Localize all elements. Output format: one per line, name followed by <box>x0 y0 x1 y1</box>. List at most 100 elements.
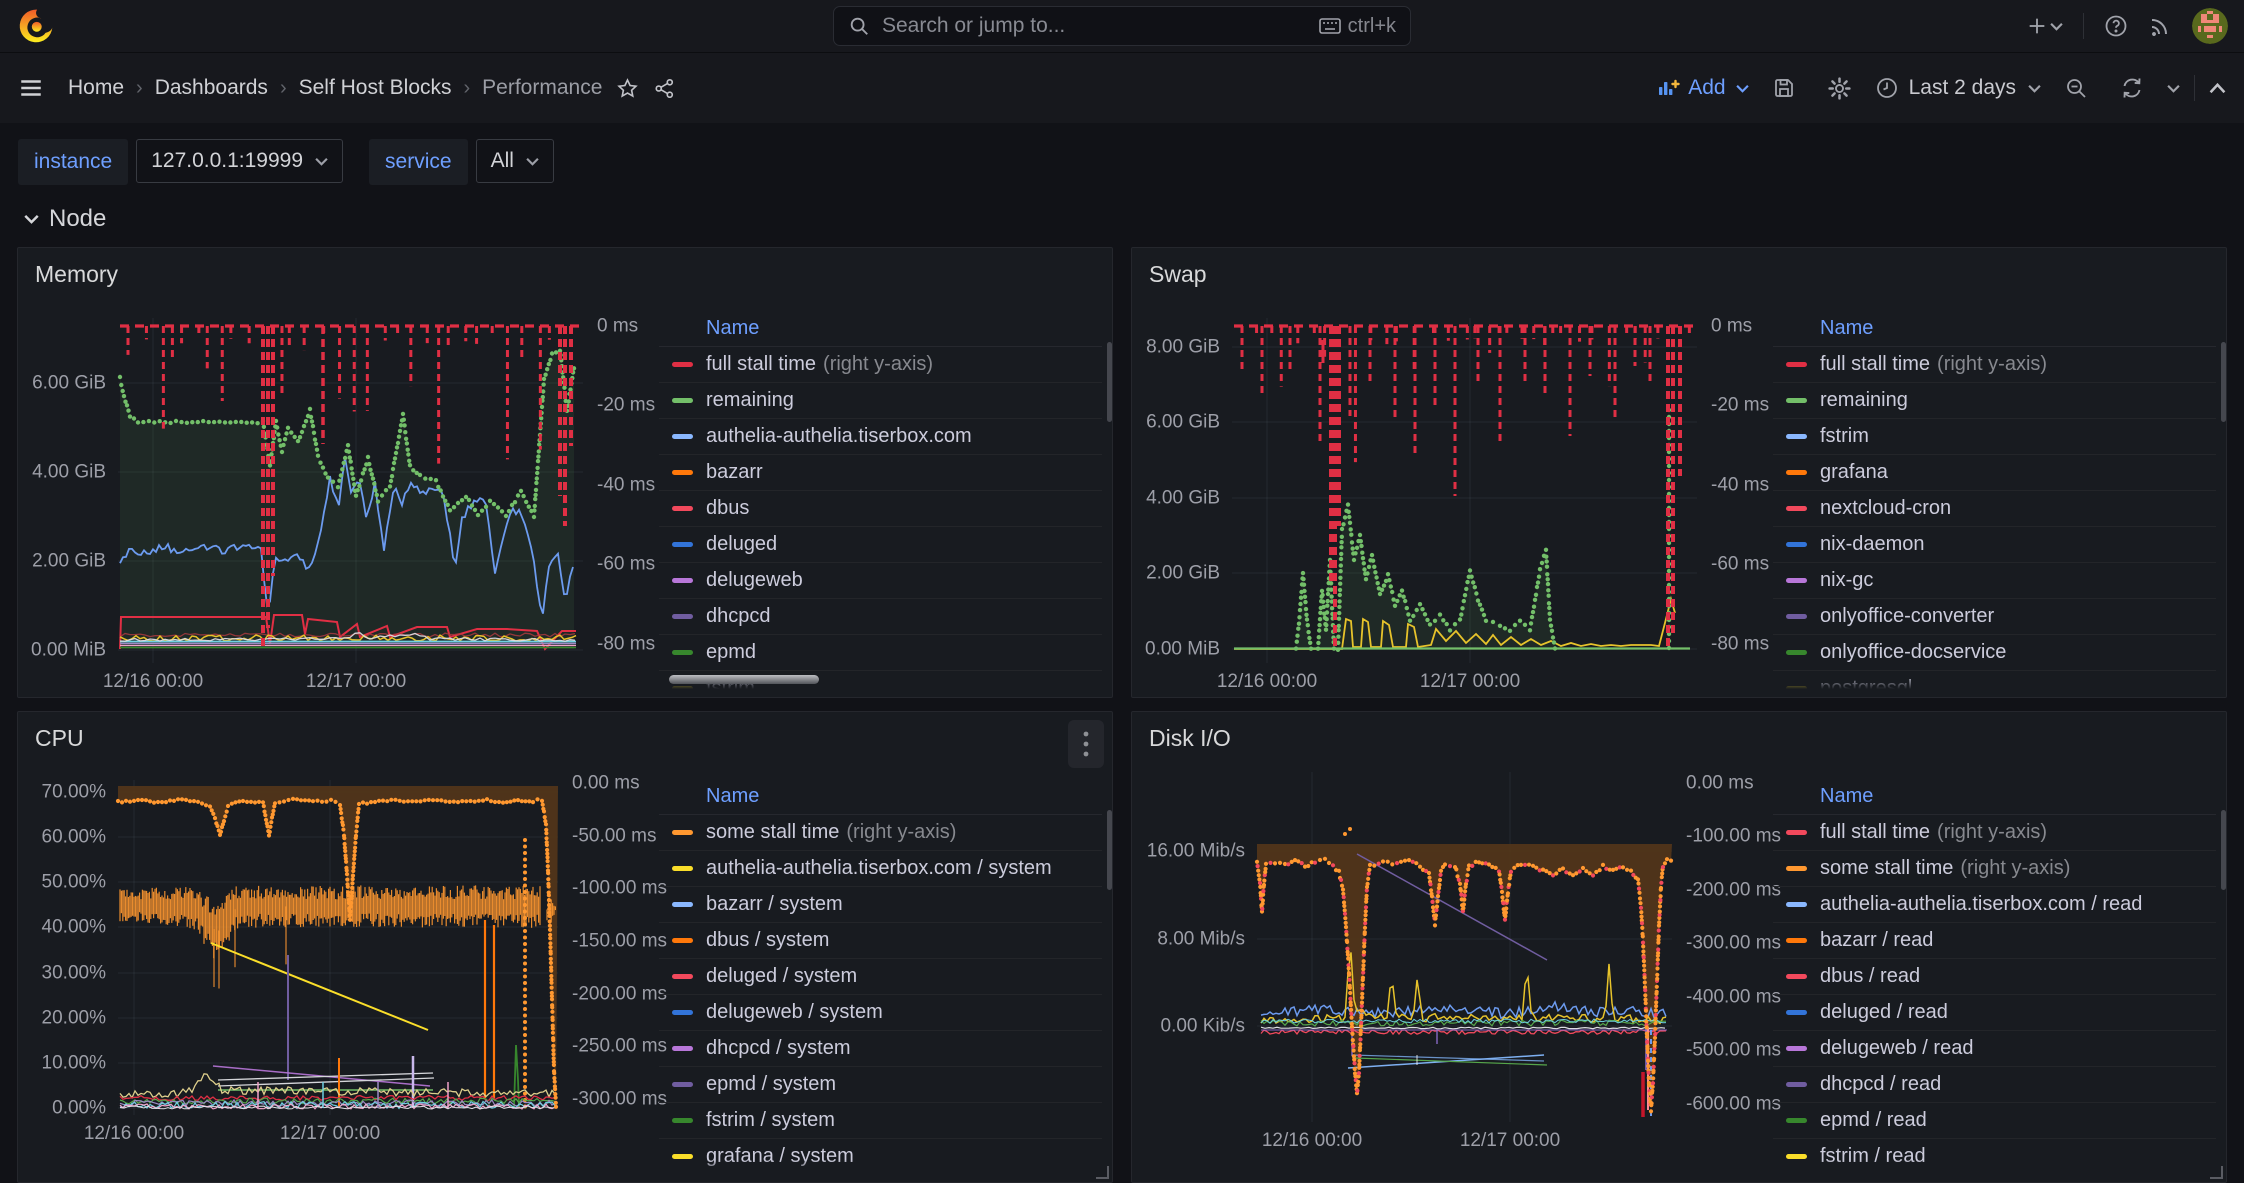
legend-row[interactable]: epmd / read <box>1773 1103 2216 1139</box>
legend-header-name[interactable]: Name <box>1773 774 2216 815</box>
legend-vertical-scrollbar[interactable] <box>2221 342 2226 422</box>
x-axis-tick: 12/16 00:00 <box>73 671 233 693</box>
series-color-swatch <box>672 938 693 943</box>
gear-icon <box>1827 76 1852 101</box>
legend-header-name[interactable]: Name <box>659 306 1102 347</box>
refresh-interval-button[interactable] <box>2167 84 2180 93</box>
help-button[interactable] <box>2104 14 2128 38</box>
dashboard-settings-button[interactable] <box>1819 67 1861 109</box>
series-color-swatch <box>1786 470 1807 475</box>
collapse-toolbar-button[interactable] <box>2209 83 2226 94</box>
legend-row[interactable]: deluged / system <box>659 959 1102 995</box>
series-color-swatch <box>1786 398 1807 403</box>
legend-row[interactable]: full stall time (right y-axis) <box>1773 815 2216 851</box>
legend-row[interactable]: some stall time(right y-axis) <box>659 815 1102 851</box>
legend-row[interactable]: dbus <box>659 491 1102 527</box>
save-dashboard-button[interactable] <box>1763 67 1805 109</box>
add-button[interactable]: Add <box>1656 76 1748 100</box>
legend-series-label: full stall time <box>1820 821 1930 844</box>
legend-header-name[interactable]: Name <box>1773 306 2216 347</box>
legend-row[interactable]: onlyoffice-converter <box>1773 599 2216 635</box>
legend-series-note: (right y-axis) <box>1937 353 2047 376</box>
legend-row[interactable]: bazarr / read <box>1773 923 2216 959</box>
breadcrumb-home[interactable]: Home <box>68 76 124 100</box>
legend-series-note: (right y-axis) <box>1960 857 2070 880</box>
x-axis-tick: 12/16 00:00 <box>1187 671 1347 693</box>
share-button[interactable] <box>653 77 676 100</box>
legend-row[interactable]: epmd / system <box>659 1067 1102 1103</box>
search-input[interactable] <box>880 13 1309 39</box>
legend-series-label: nix-gc <box>1820 569 1873 592</box>
y-axis-tick-right: -400.00 ms <box>1686 988 1781 1007</box>
legend-series-label: fstrim / system <box>706 1109 835 1132</box>
legend-row[interactable]: dhcpcd / read <box>1773 1067 2216 1103</box>
legend-row[interactable]: fstrim / system <box>659 1103 1102 1139</box>
legend-row[interactable]: bazarr <box>659 455 1102 491</box>
legend-series-note: (right y-axis) <box>1937 821 2047 844</box>
section-node[interactable]: Node <box>0 185 106 233</box>
legend-row[interactable]: remaining <box>1773 383 2216 419</box>
legend-fade <box>659 675 1102 689</box>
legend-row[interactable]: fstrim <box>1773 419 2216 455</box>
breadcrumb-separator: › <box>464 77 471 100</box>
legend-row[interactable]: full stall time(right y-axis) <box>659 347 1102 383</box>
legend-series-label: epmd / system <box>706 1073 836 1096</box>
zoom-out-button[interactable] <box>2055 67 2097 109</box>
divider <box>2194 75 2195 101</box>
y-axis-tick-left: 6.00 GiB <box>1132 413 1220 432</box>
legend-vertical-scrollbar[interactable] <box>2221 810 2226 890</box>
legend-row[interactable]: dbus / system <box>659 923 1102 959</box>
user-avatar[interactable] <box>2192 8 2228 44</box>
y-axis-tick-right: -500.00 ms <box>1686 1041 1781 1060</box>
legend-row[interactable]: deluged <box>659 527 1102 563</box>
variable-value-instance[interactable]: 127.0.0.1:19999 <box>136 139 343 183</box>
breadcrumb-folder[interactable]: Self Host Blocks <box>299 76 452 100</box>
time-series-plot <box>1257 772 1672 1122</box>
panel-resize-handle[interactable] <box>2210 1166 2223 1179</box>
legend-row[interactable]: some stall time(right y-axis) <box>1773 851 2216 887</box>
legend-row[interactable]: nextcloud-cron <box>1773 491 2216 527</box>
legend-row[interactable]: delugeweb / system <box>659 995 1102 1031</box>
legend-vertical-scrollbar[interactable] <box>1107 342 1112 422</box>
legend-row[interactable]: epmd <box>659 635 1102 671</box>
legend-row[interactable]: onlyoffice-docservice <box>1773 635 2216 671</box>
legend-row[interactable]: dhcpcd / system <box>659 1031 1102 1067</box>
grafana-logo[interactable] <box>16 6 56 46</box>
kebab-icon <box>1083 730 1089 758</box>
chevron-down-icon <box>526 157 539 166</box>
series-color-swatch <box>672 614 693 619</box>
search-box[interactable]: ctrl+k <box>833 6 1411 46</box>
legend-row[interactable]: deluged / read <box>1773 995 2216 1031</box>
legend-vertical-scrollbar[interactable] <box>1107 810 1112 890</box>
legend-row[interactable]: remaining <box>659 383 1102 419</box>
legend-row[interactable]: grafana <box>1773 455 2216 491</box>
legend-row[interactable]: delugeweb / read <box>1773 1031 2216 1067</box>
legend-row[interactable]: nix-daemon <box>1773 527 2216 563</box>
series-color-swatch <box>672 362 693 367</box>
legend-row[interactable]: nix-gc <box>1773 563 2216 599</box>
series-color-swatch <box>1786 506 1807 511</box>
legend-row[interactable]: delugeweb <box>659 563 1102 599</box>
legend-row[interactable]: dhcpcd <box>659 599 1102 635</box>
breadcrumb-dashboards[interactable]: Dashboards <box>155 76 268 100</box>
new-button[interactable] <box>2026 15 2063 37</box>
legend-row[interactable]: authelia-authelia.tiserbox.com / system <box>659 851 1102 887</box>
refresh-button[interactable] <box>2111 67 2153 109</box>
news-button[interactable] <box>2148 14 2172 38</box>
legend-row[interactable]: authelia-authelia.tiserbox.com / read <box>1773 887 2216 923</box>
legend-row[interactable]: bazarr / system <box>659 887 1102 923</box>
legend-header-name[interactable]: Name <box>659 774 1102 815</box>
panel-resize-handle[interactable] <box>1096 1166 1109 1179</box>
variable-value-service[interactable]: All <box>476 139 554 183</box>
legend-row[interactable]: full stall time(right y-axis) <box>1773 347 2216 383</box>
legend-series-label: dbus / read <box>1820 965 1920 988</box>
legend-series-label: epmd <box>706 641 756 664</box>
favorite-button[interactable] <box>616 77 639 100</box>
time-range-picker[interactable]: Last 2 days <box>1875 76 2041 100</box>
legend-row[interactable]: authelia-authelia.tiserbox.com <box>659 419 1102 455</box>
legend-row[interactable]: dbus / read <box>1773 959 2216 995</box>
mega-menu-button[interactable] <box>18 75 44 101</box>
panel-menu-button[interactable] <box>1068 720 1104 768</box>
chevron-down-icon <box>315 157 328 166</box>
series-color-swatch <box>672 506 693 511</box>
